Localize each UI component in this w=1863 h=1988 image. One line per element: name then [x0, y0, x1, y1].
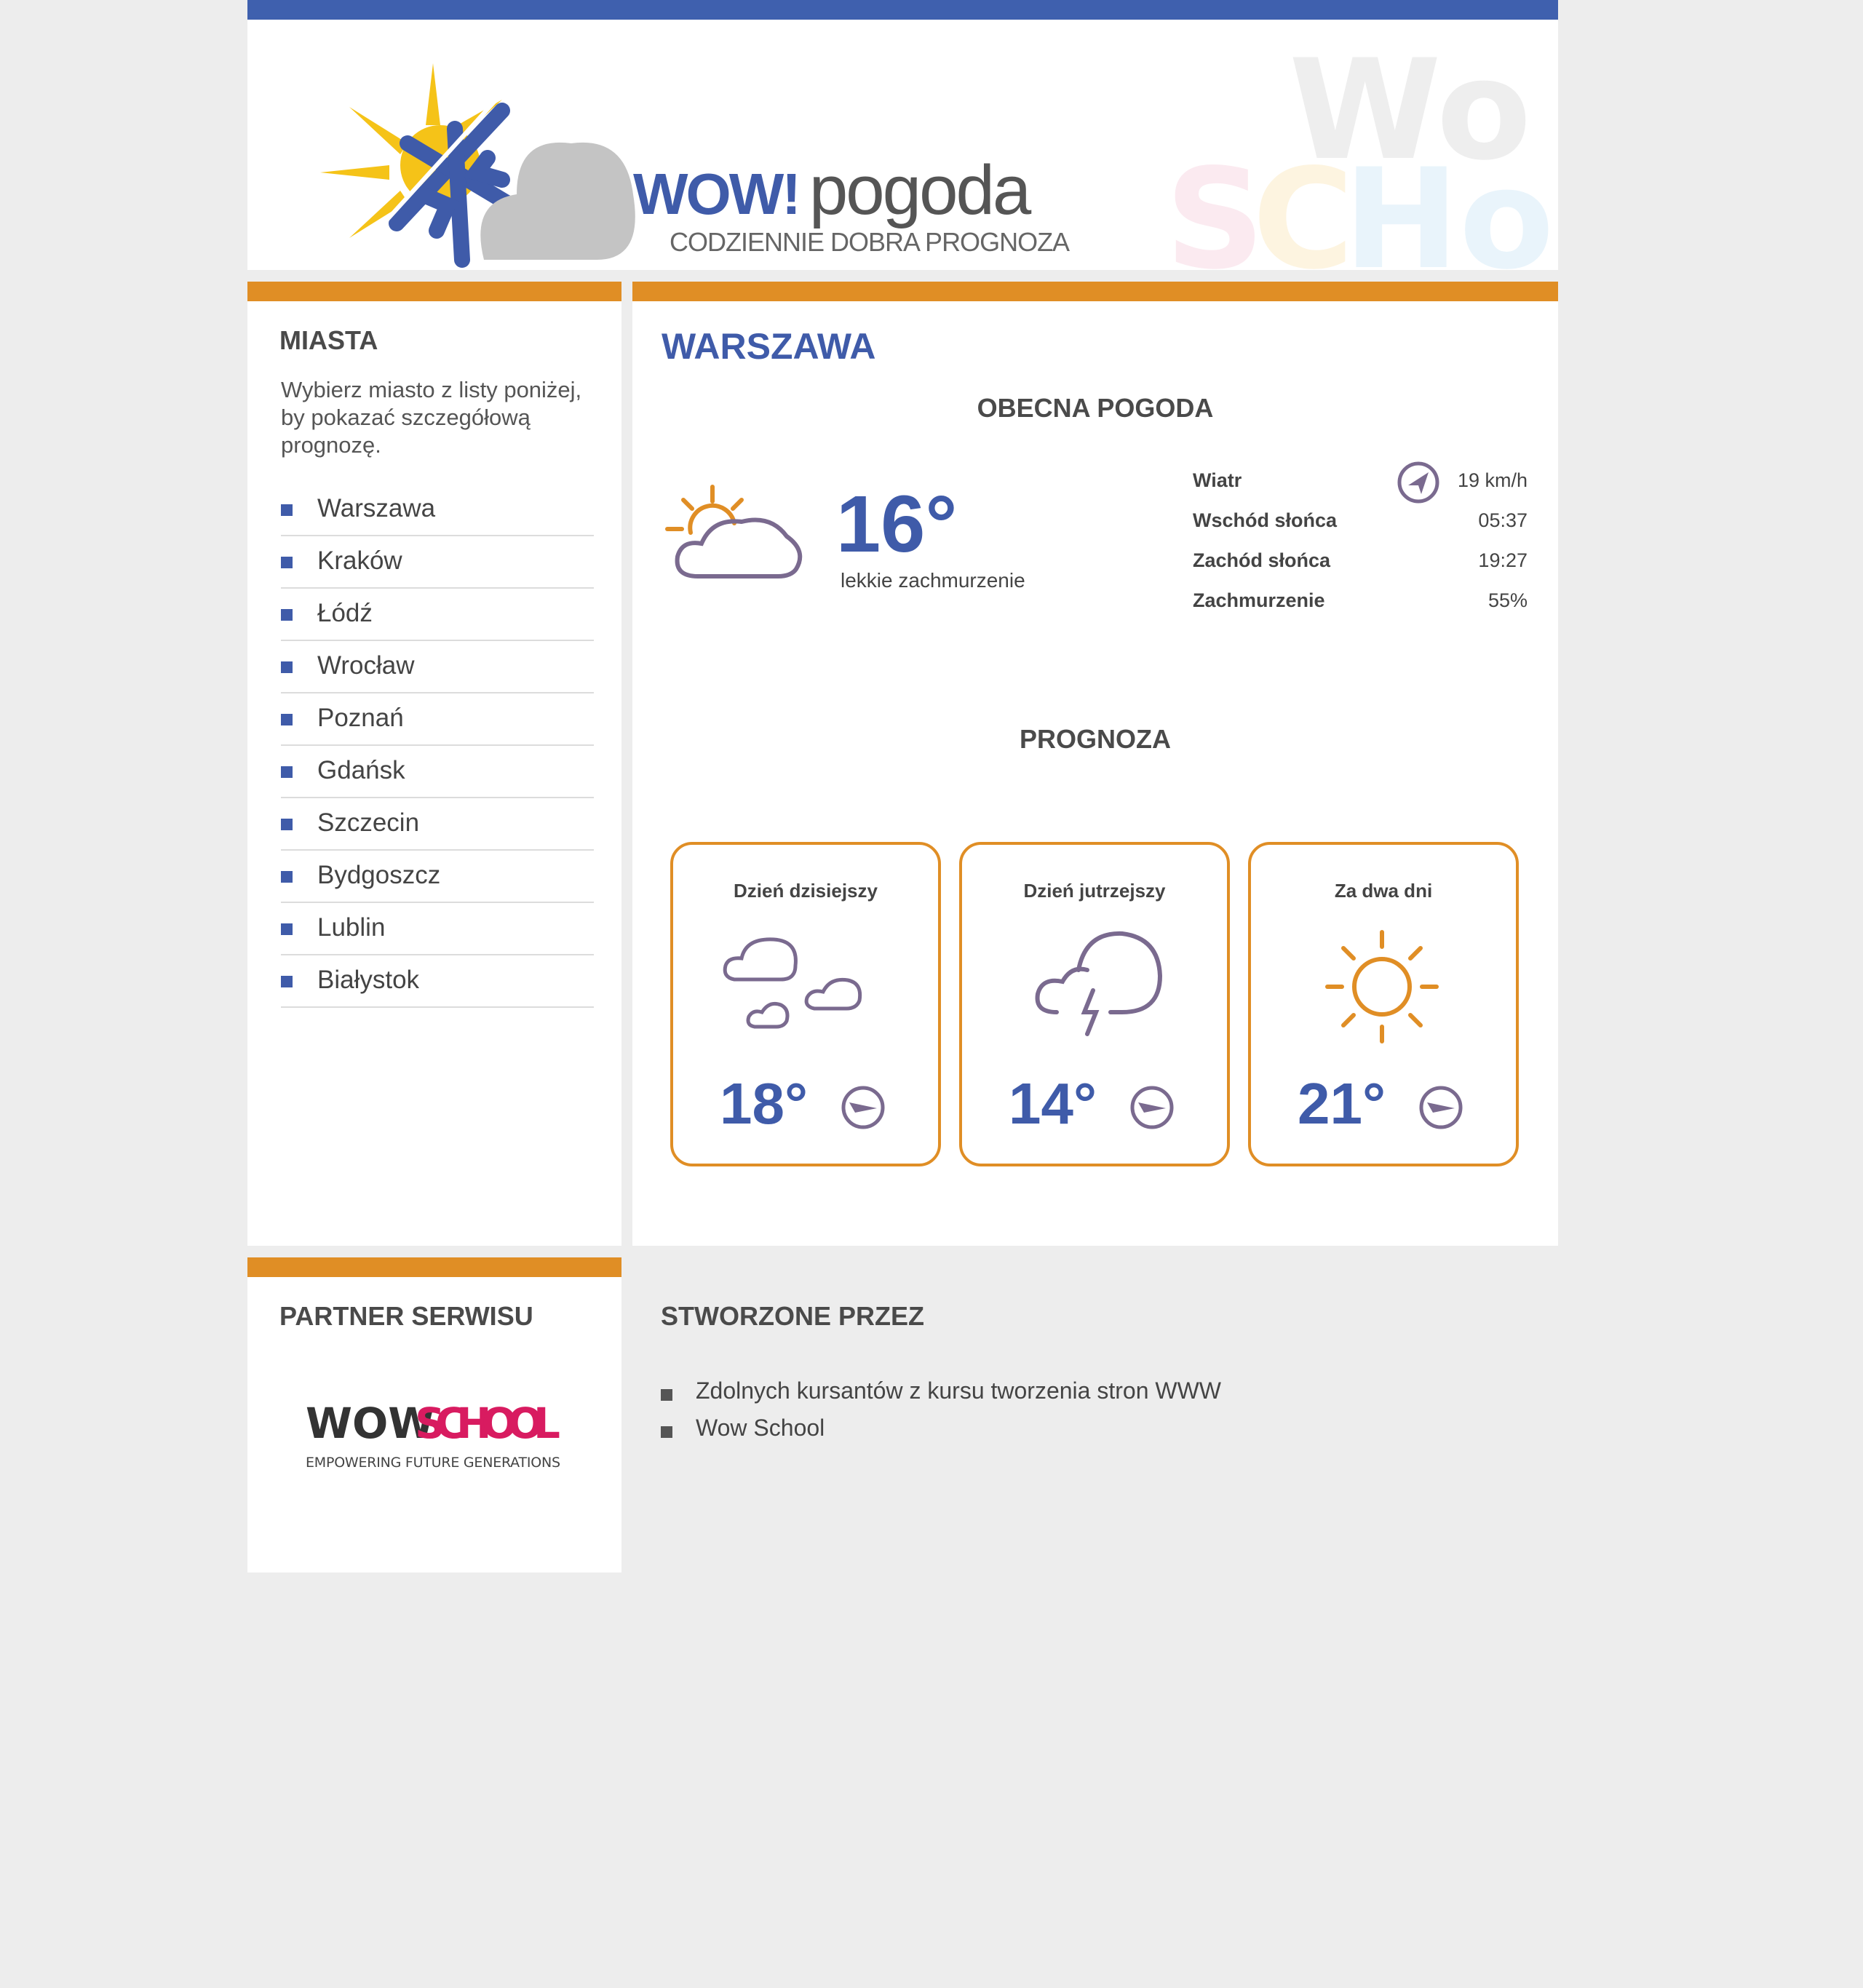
detail-row-sunset: Zachód słońca 19:27: [1193, 544, 1528, 584]
forecast-card-title: Dzień jutrzejszy: [1023, 880, 1166, 902]
city-label[interactable]: Poznań: [317, 704, 404, 733]
city-label[interactable]: Gdańsk: [317, 756, 405, 785]
city-label[interactable]: Wrocław: [317, 651, 415, 680]
city-label[interactable]: Szczecin: [317, 808, 419, 838]
city-label[interactable]: Bydgoszcz: [317, 861, 440, 890]
current-temperature: 16°: [836, 480, 958, 569]
bullet-icon: [281, 766, 293, 778]
detail-label: Wiatr: [1193, 469, 1242, 491]
wind-direction-icon: [1419, 1086, 1463, 1129]
logo-tagline: EMPOWERING FUTURE GENERATIONS: [306, 1455, 560, 1471]
site-header: WOW! pogoda CODZIENNIE DOBRA PROGNOZA Wo …: [247, 20, 1558, 270]
detail-value: 55%: [1487, 589, 1528, 611]
partner-title: PARTNER SERWISU: [279, 1301, 533, 1331]
storm-icon: [1035, 931, 1163, 1036]
bullet-icon: [281, 609, 293, 621]
detail-row-cloudiness: Zachmurzenie 55%: [1193, 584, 1528, 624]
brand-wow: WOW!: [633, 162, 801, 226]
bullet-icon: [281, 976, 293, 987]
city-item-lublin[interactable]: Lublin: [281, 904, 594, 955]
city-list: Warszawa Kraków Łódź Wrocław Poznań Gdań…: [281, 485, 594, 1009]
svg-text:S: S: [1165, 139, 1265, 270]
city-item-bialystok[interactable]: Białystok: [281, 957, 594, 1008]
forecast-card-tomorrow[interactable]: Dzień jutrzejszy 14°: [959, 842, 1230, 1166]
city-label[interactable]: Warszawa: [317, 494, 435, 523]
city-label[interactable]: Kraków: [317, 546, 402, 576]
bullet-icon: [661, 1426, 672, 1438]
city-item-lodz[interactable]: Łódź: [281, 590, 594, 641]
forecast-card-today[interactable]: Dzień dzisiejszy 18°: [670, 842, 941, 1166]
wind-direction-icon: [841, 1086, 885, 1129]
credits-section: STWORZONE PRZEZ Zdolnych kursantów z kur…: [661, 1257, 1534, 1572]
top-bar: [247, 0, 1558, 20]
weather-logo-icon[interactable]: [320, 56, 640, 270]
detail-row-sunrise: Wschód słońca 05:37: [1193, 504, 1528, 544]
sun-icon: [1325, 930, 1439, 1043]
orange-bar: [247, 282, 621, 301]
city-label[interactable]: Lublin: [317, 913, 385, 942]
city-item-warszawa[interactable]: Warszawa: [281, 485, 594, 536]
svg-text:C: C: [1252, 139, 1354, 270]
forecast-cards: Dzień dzisiejszy 18° Dzień jutrzejszy 14…: [670, 842, 1522, 1166]
city-item-bydgoszcz[interactable]: Bydgoszcz: [281, 852, 594, 903]
current-weather-title: OBECNA POGODA: [977, 393, 1214, 423]
city-label[interactable]: Białystok: [317, 966, 419, 995]
bullet-icon: [281, 714, 293, 725]
credits-text: Wow School: [696, 1415, 825, 1441]
current-details: Wiatr 19 km/h Wschód słońca 05:37 Zachód…: [1193, 461, 1528, 624]
city-item-wroclaw[interactable]: Wrocław: [281, 643, 594, 693]
forecast-card-day-after[interactable]: Za dwa dni 21°: [1248, 842, 1519, 1166]
detail-value: 19 km/h: [1457, 469, 1528, 491]
partly-cloudy-icon: [665, 485, 803, 578]
wow-school-watermark-icon: Wo S C Ho: [1165, 49, 1554, 270]
detail-value: 19:27: [1478, 549, 1528, 571]
logo-school-text: SCHOOL: [415, 1399, 560, 1448]
city-item-gdansk[interactable]: Gdańsk: [281, 747, 594, 798]
detail-label: Zachód słońca: [1193, 549, 1331, 571]
tagline: CODZIENNIE DOBRA PROGNOZA: [670, 227, 1070, 257]
detail-value: 05:37: [1478, 509, 1528, 531]
bullet-icon: [661, 1389, 672, 1401]
bullet-icon: [281, 504, 293, 516]
forecast-temperature: 14°: [1009, 1071, 1097, 1136]
bullet-icon: [281, 661, 293, 673]
cities-panel: MIASTA Wybierz miasto z listy poniżej, b…: [247, 282, 621, 1246]
brand-pogoda: pogoda: [809, 151, 1031, 229]
forecast-card-title: Dzień dzisiejszy: [734, 880, 878, 902]
forecast-temperature: 18°: [720, 1071, 808, 1136]
city-label[interactable]: Łódź: [317, 599, 373, 628]
bullet-icon: [281, 557, 293, 568]
bullet-icon: [281, 923, 293, 935]
city-item-krakow[interactable]: Kraków: [281, 538, 594, 589]
weather-panel: WARSZAWA OBECNA POGODA 16° lekkie zachmu…: [632, 282, 1558, 1246]
credits-text: Zdolnych kursantów z kursu tworzenia str…: [696, 1377, 1221, 1404]
wind-direction-icon: [1397, 461, 1439, 504]
cities-intro: Wybierz miasto z listy poniżej, by pokaz…: [281, 377, 582, 458]
partner-panel: PARTNER SERWISU WOW SCHOOL EMPOWERING FU…: [247, 1257, 621, 1572]
detail-label: Zachmurzenie: [1193, 589, 1325, 611]
bullet-icon: [281, 871, 293, 883]
orange-bar: [247, 1257, 621, 1277]
forecast-title: PROGNOZA: [1019, 724, 1171, 754]
forecast-card-title: Za dwa dni: [1334, 880, 1433, 902]
detail-row-wind: Wiatr 19 km/h: [1193, 461, 1528, 504]
forecast-temperature: 21°: [1298, 1071, 1386, 1136]
brand-name[interactable]: WOW! pogoda: [633, 151, 1031, 231]
wind-direction-icon: [1130, 1086, 1174, 1129]
bullet-icon: [281, 819, 293, 830]
cities-title: MIASTA: [279, 325, 378, 355]
city-item-poznan[interactable]: Poznań: [281, 695, 594, 746]
current-description: lekkie zachmurzenie: [841, 569, 1025, 592]
detail-label: Wschód słońca: [1193, 509, 1338, 531]
credits-title: STWORZONE PRZEZ: [661, 1301, 924, 1331]
page: WOW! pogoda CODZIENNIE DOBRA PROGNOZA Wo …: [247, 0, 1558, 1572]
orange-bar: [632, 282, 1558, 301]
clouds-icon: [723, 937, 862, 1029]
city-title: WARSZAWA: [662, 326, 876, 367]
city-item-szczecin[interactable]: Szczecin: [281, 800, 594, 851]
wow-school-logo-icon[interactable]: WOW SCHOOL EMPOWERING FUTURE GENERATIONS: [306, 1396, 568, 1476]
svg-text:Ho: Ho: [1343, 139, 1554, 270]
